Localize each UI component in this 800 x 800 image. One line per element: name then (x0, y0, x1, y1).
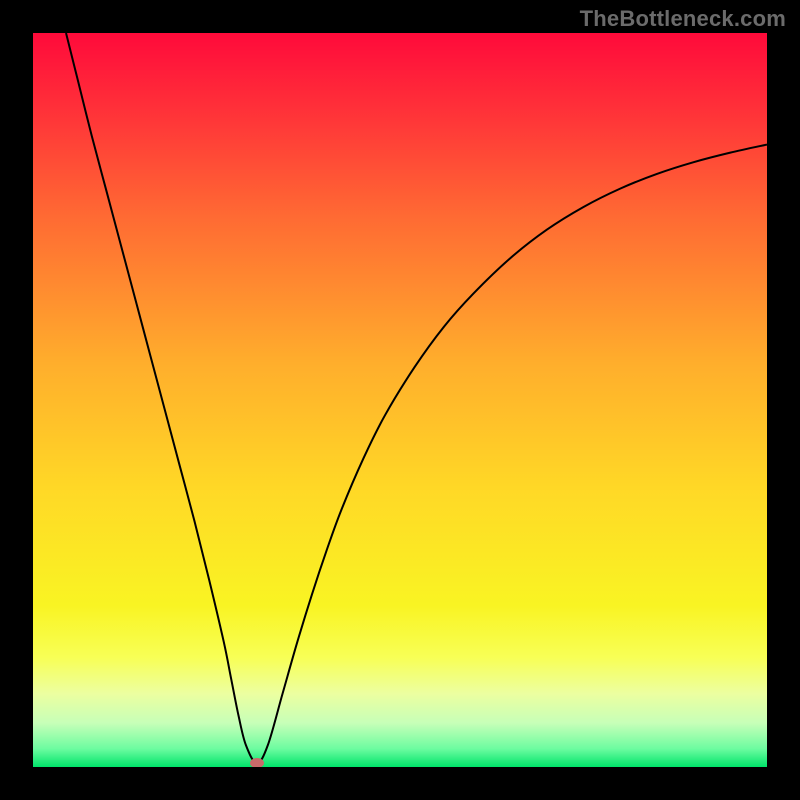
curve-layer (33, 33, 767, 767)
minimum-marker (250, 758, 264, 767)
chart-frame: TheBottleneck.com (0, 0, 800, 800)
watermark-label: TheBottleneck.com (580, 6, 786, 32)
plot-area (33, 33, 767, 767)
bottleneck-curve (66, 33, 767, 763)
